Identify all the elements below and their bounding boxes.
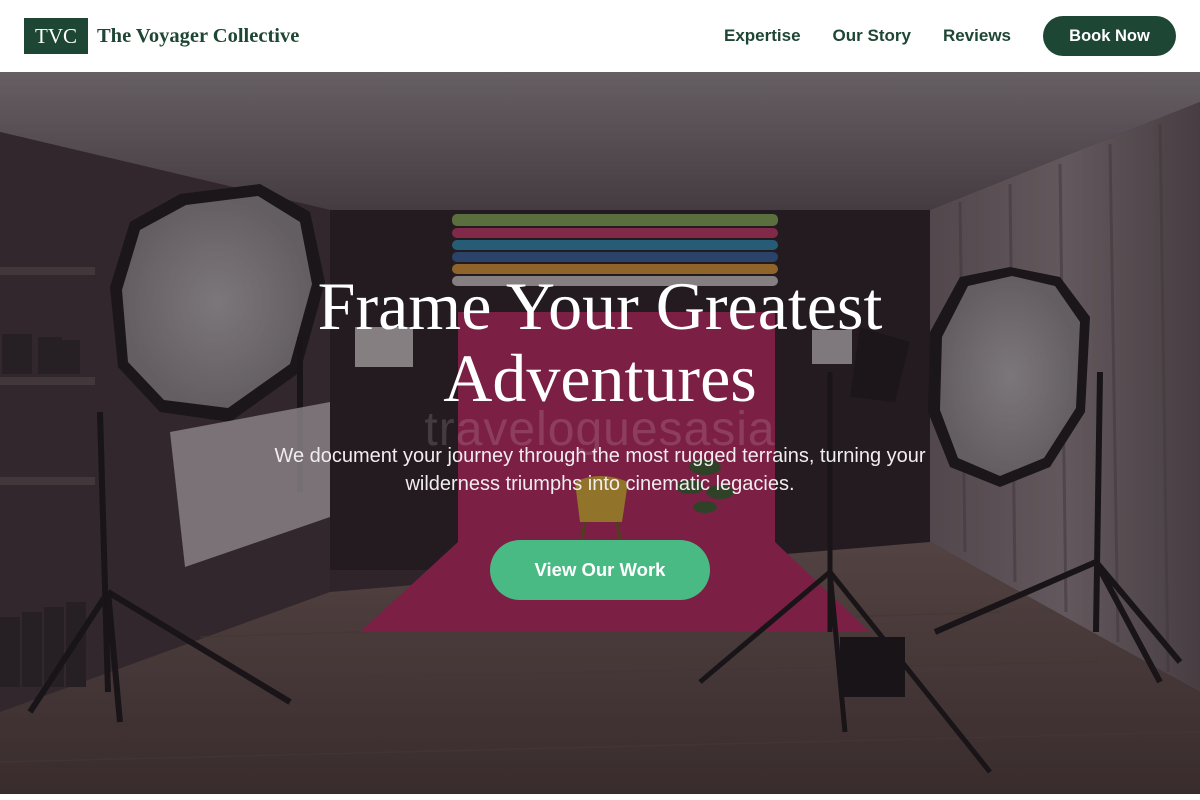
logo-mark: TVC xyxy=(24,18,88,54)
site-header: TVC The Voyager Collective Expertise Our… xyxy=(0,0,1200,72)
logo-link[interactable]: TVC The Voyager Collective xyxy=(24,18,299,54)
hero-title: Frame Your Greatest Adventures xyxy=(317,268,883,416)
brand-name: The Voyager Collective xyxy=(97,24,300,47)
hero-section: traveloguesasia Frame Your Greatest Adve… xyxy=(0,72,1200,794)
nav-link-our-story[interactable]: Our Story xyxy=(833,26,911,46)
hero-subtitle: We document your journey through the mos… xyxy=(274,445,926,495)
nav-link-expertise[interactable]: Expertise xyxy=(724,26,801,46)
book-now-button[interactable]: Book Now xyxy=(1043,16,1176,56)
nav-link-reviews[interactable]: Reviews xyxy=(943,26,1011,46)
main-nav: Expertise Our Story Reviews Book Now xyxy=(724,16,1176,56)
hero-content: Frame Your Greatest Adventures We docume… xyxy=(0,72,1200,794)
page-bottom-strip xyxy=(0,794,1200,800)
view-our-work-button[interactable]: View Our Work xyxy=(490,540,710,600)
